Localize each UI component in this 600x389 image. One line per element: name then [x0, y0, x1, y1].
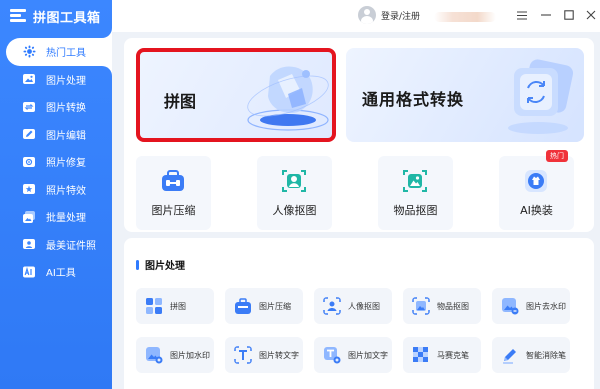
sidebar-item-image-edit[interactable]: 图片编辑: [0, 121, 112, 149]
banner-title: 拼图: [164, 92, 197, 111]
section-title: 图片处理: [136, 257, 185, 272]
tool-label: 图片去水印: [526, 301, 566, 311]
compress-icon: [160, 168, 186, 194]
image-icon: [22, 72, 36, 86]
tool-add-watermark[interactable]: 图片加水印: [136, 337, 214, 373]
tool-image-to-text[interactable]: 图片转文字: [225, 337, 303, 373]
sidebar-item-hot-tools[interactable]: 热门工具: [6, 38, 112, 66]
ai-icon: [22, 265, 36, 279]
tool-label: 物品抠图: [393, 204, 438, 217]
add-text-icon: [324, 347, 341, 364]
tool-image-compress-2[interactable]: 图片压缩: [225, 288, 303, 324]
sidebar-item-label: 最美证件照: [46, 240, 96, 252]
collage-icon: [146, 298, 162, 314]
sidebar-item-label: AI工具: [46, 268, 76, 280]
portrait-cutout-icon: [281, 168, 307, 194]
banner-format-convert[interactable]: 通用格式转换: [346, 48, 584, 142]
sidebar-item-label: 照片修复: [46, 158, 86, 170]
sidebar-item-id-photo[interactable]: 最美证件照: [0, 231, 112, 259]
sidebar-item-batch[interactable]: 批量处理: [0, 203, 112, 231]
tool-label: 图片加水印: [170, 350, 210, 360]
object-cutout-icon: [412, 297, 430, 315]
ai-outfit-icon: [523, 168, 549, 194]
image-processing-panel: 图片处理 拼图 图片压缩 人像抠图 物品抠图 图片去水印 图片加水印 图片转文字…: [124, 238, 594, 389]
sidebar-item-image-convert[interactable]: 图片转换: [0, 93, 112, 121]
convert-icon: [22, 100, 36, 114]
remove-watermark-icon: [502, 298, 519, 315]
avatar: [358, 6, 376, 24]
sidebar-nav: 热门工具 图片处理 图片转换 图片编辑 照片修复 照片特效 批量处理 最美证件照…: [0, 38, 112, 286]
login-button[interactable]: 登录/注册: [358, 6, 420, 24]
tool-ai-outfit[interactable]: 热门 AI换装: [499, 150, 574, 230]
object-cutout-icon: [402, 168, 428, 194]
sidebar-item-label: 图片转换: [46, 103, 86, 115]
login-label: 登录/注册: [381, 11, 421, 22]
image-to-text-icon: [234, 346, 252, 364]
hot-badge: 热门: [546, 150, 568, 162]
id-photo-icon: [22, 237, 36, 251]
sidebar-item-photo-repair[interactable]: 照片修复: [0, 148, 112, 176]
sidebar-item-image-processing[interactable]: 图片处理: [0, 66, 112, 94]
eraser-icon: [503, 349, 516, 364]
compress-icon: [235, 298, 251, 314]
sidebar-item-label: 照片特效: [46, 185, 86, 197]
mosaic-icon: [413, 347, 428, 362]
top-decoration: [434, 12, 496, 22]
sidebar-item-ai-tools[interactable]: AI工具: [0, 258, 112, 286]
tool-label: 智能消除笔: [526, 350, 566, 360]
sidebar: 拼图工具箱 热门工具 图片处理 图片转换 图片编辑 照片修复 照片特效 批量处理…: [0, 0, 112, 389]
app-brand: 拼图工具箱: [10, 5, 101, 27]
tool-image-compress[interactable]: 图片压缩: [136, 156, 211, 230]
tool-object-cutout-2[interactable]: 物品抠图: [403, 288, 481, 324]
tool-collage[interactable]: 拼图: [136, 288, 214, 324]
app-title: 拼图工具箱: [33, 10, 101, 26]
top-bar: 登录/注册: [112, 0, 600, 32]
tool-label: 图片压缩: [151, 204, 196, 217]
tool-portrait-cutout[interactable]: 人像抠图: [257, 156, 332, 230]
edit-icon: [22, 127, 36, 141]
sidebar-item-label: 图片处理: [46, 75, 86, 87]
sidebar-item-photo-effects[interactable]: 照片特效: [0, 176, 112, 204]
tool-mosaic-brush[interactable]: 马赛克笔: [403, 337, 481, 373]
hot-tools-panel: 拼图 通用格式转换 图片压缩 人像抠图 物品抠图 热门 AI换装: [124, 38, 594, 232]
minimize-icon[interactable]: [536, 5, 556, 25]
sidebar-item-label: 图片编辑: [46, 130, 86, 142]
close-icon[interactable]: [581, 5, 600, 25]
maximize-icon[interactable]: [559, 5, 579, 25]
menu-icon[interactable]: [512, 5, 532, 25]
collage-illustration-icon: [247, 66, 329, 131]
main-content: 拼图 通用格式转换 图片压缩 人像抠图 物品抠图 热门 AI换装 图片处理 拼图…: [112, 32, 600, 389]
tool-label: 图片压缩: [259, 301, 291, 311]
tool-label: 图片加文字: [348, 350, 388, 360]
tool-label: 物品抠图: [437, 301, 469, 311]
tool-remove-watermark[interactable]: 图片去水印: [492, 288, 570, 324]
banner-collage[interactable]: 拼图: [136, 48, 336, 142]
convert-illustration-icon: [508, 59, 574, 134]
effect-icon: [22, 182, 36, 196]
hot-icon: [22, 45, 36, 59]
tool-portrait-cutout-2[interactable]: 人像抠图: [314, 288, 392, 324]
add-watermark-icon: [146, 347, 163, 364]
tool-label: AI换装: [520, 204, 553, 217]
tool-label: 图片转文字: [259, 350, 299, 360]
batch-icon: [22, 210, 36, 224]
sidebar-item-label: 批量处理: [46, 213, 86, 225]
tool-label: 人像抠图: [348, 301, 380, 311]
tool-label: 拼图: [170, 301, 186, 311]
banner-title: 通用格式转换: [362, 90, 465, 109]
tool-object-cutout[interactable]: 物品抠图: [378, 156, 453, 230]
repair-icon: [22, 155, 36, 169]
tool-add-text[interactable]: 图片加文字: [314, 337, 392, 373]
portrait-cutout-icon: [323, 297, 341, 315]
tool-smart-eraser[interactable]: 智能消除笔: [492, 337, 570, 373]
app-logo-icon: [10, 9, 26, 23]
sidebar-item-label: 热门工具: [46, 48, 86, 60]
tool-label: 马赛克笔: [437, 350, 469, 360]
tool-label: 人像抠图: [272, 204, 317, 217]
